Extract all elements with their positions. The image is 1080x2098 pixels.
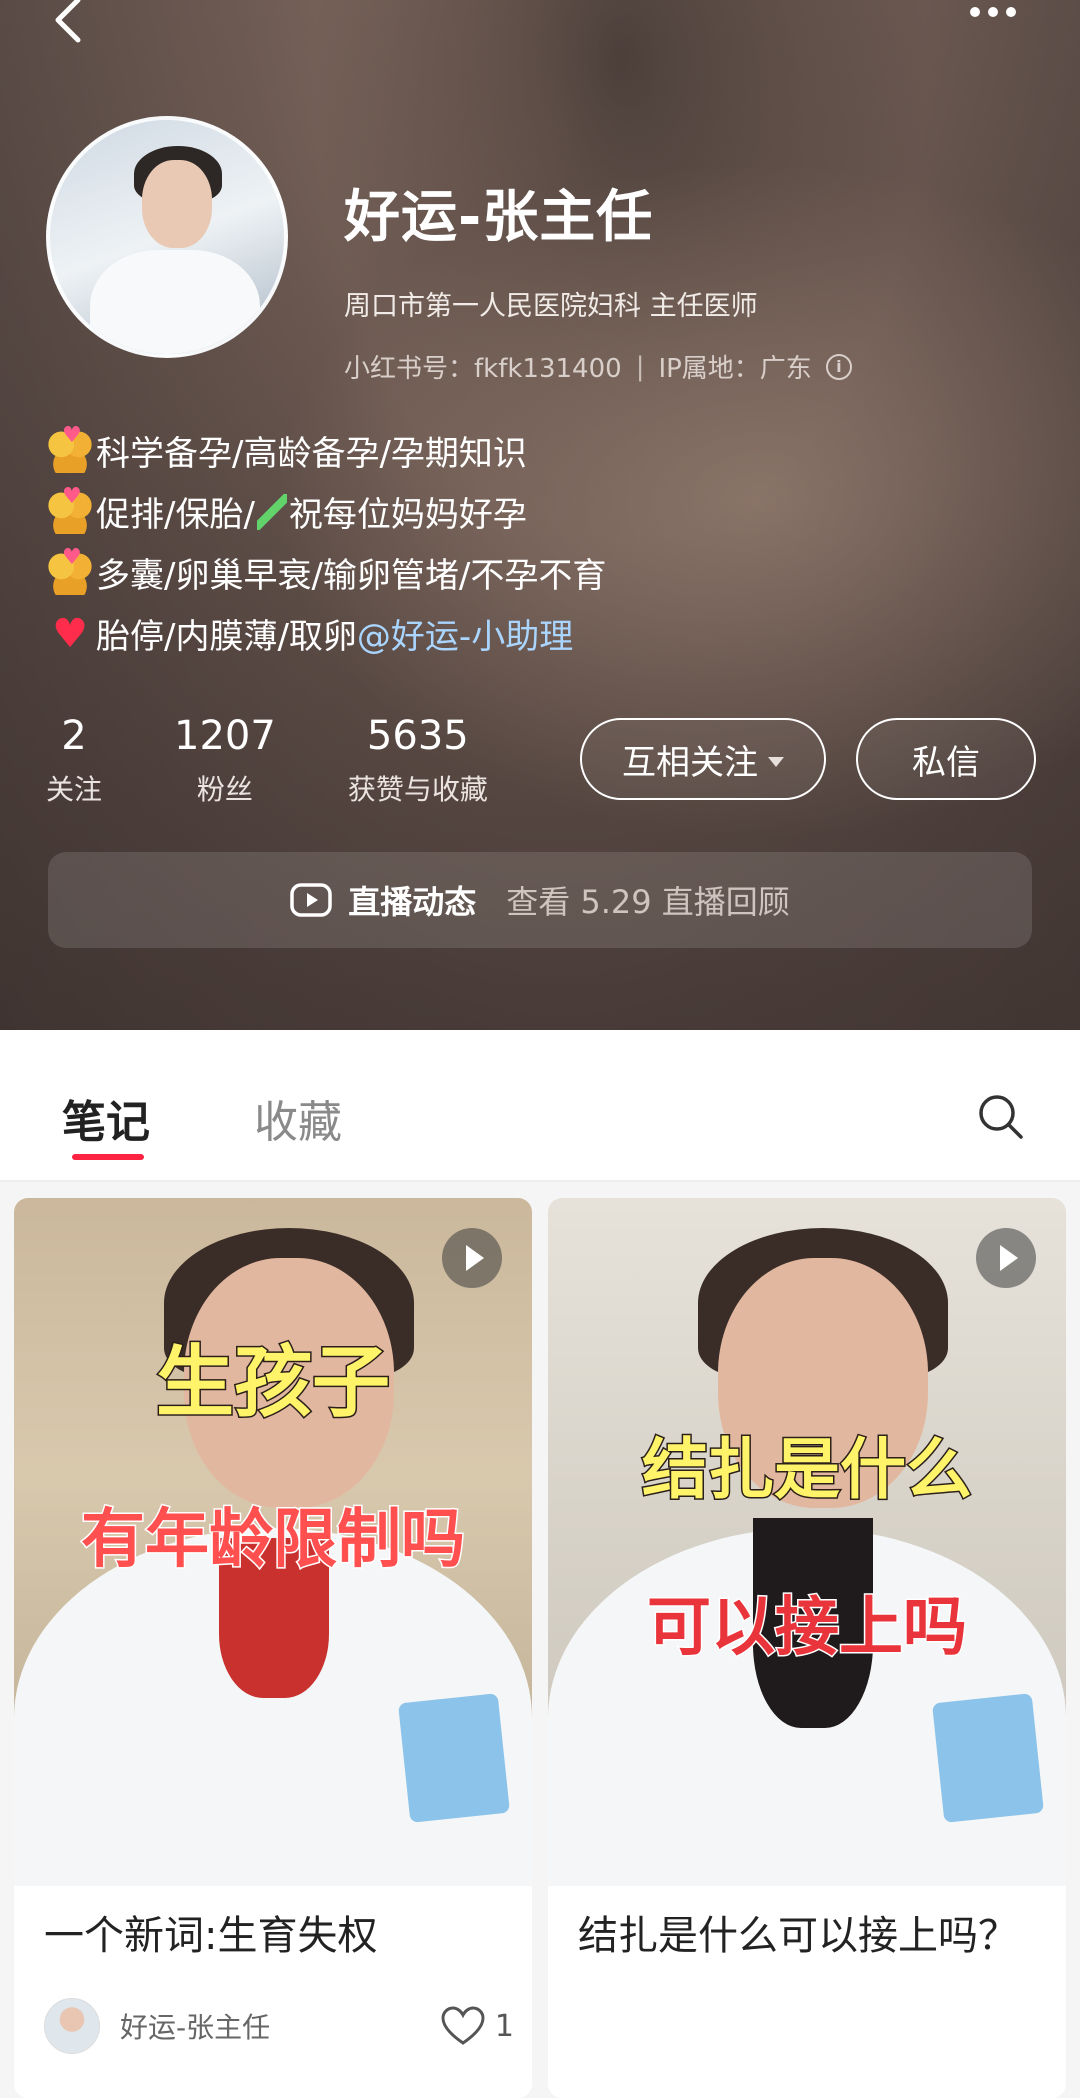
thumbnail-overlay-text: 有年龄限制吗: [80, 1502, 467, 1579]
thumbnail-overlay-text: 生孩子: [154, 1337, 391, 1430]
tab-notes[interactable]: 笔记: [62, 1086, 150, 1150]
bio: 科学备孕/高龄备孕/孕期知识 促排/保胎/ 祝每位妈妈好孕 多囊/卵巢早衰/输卵…: [48, 420, 1028, 664]
meta-divider: |: [635, 351, 645, 382]
mutual-follow-button[interactable]: 互相关注: [580, 718, 826, 800]
message-button[interactable]: 私信: [856, 718, 1036, 800]
stat-followers[interactable]: 1207 粉丝: [174, 712, 276, 808]
stat-label: 获赞与收藏: [347, 773, 488, 806]
stat-value: 1207: [174, 713, 276, 759]
note-thumbnail[interactable]: 生孩子 有年龄限制吗: [14, 1198, 532, 1886]
message-label: 私信: [912, 742, 980, 783]
profile-name: 好运-张主任: [344, 185, 654, 250]
couple-emoji-icon: [48, 545, 92, 595]
like-count: 1: [494, 2008, 514, 2044]
like-button[interactable]: 1: [441, 2006, 514, 2046]
note-title: 一个新词:生育失权: [44, 1913, 378, 1959]
note-thumbnail[interactable]: 结扎是什么 可以接上吗: [548, 1198, 1066, 1886]
author-name[interactable]: 好运-张主任: [120, 2006, 270, 2046]
stats: 2 关注 1207 粉丝 5635 获赞与收藏: [46, 712, 560, 808]
live-camera-icon: [290, 881, 332, 919]
stat-likes[interactable]: 5635 获赞与收藏: [348, 712, 488, 808]
bio-text: 科学备孕/高龄备孕/孕期知识: [96, 434, 527, 474]
thumbnail-overlay-text: 可以接上吗: [646, 1590, 969, 1667]
note-card[interactable]: 结扎是什么 可以接上吗 结扎是什么可以接上吗？: [548, 1198, 1066, 2098]
couple-emoji-icon: [48, 484, 92, 534]
notes-feed: 生孩子 有年龄限制吗 一个新词:生育失权 好运-张主任 1 结扎是什么 可以接上…: [0, 1182, 1080, 2098]
bio-text: 胎停/内膜薄/取卵: [96, 617, 357, 657]
bio-line: 促排/保胎/ 祝每位妈妈好孕: [48, 481, 1028, 542]
active-tab-indicator: [72, 1154, 144, 1160]
couple-emoji-icon: [48, 423, 92, 473]
ip-location: IP属地：广东: [658, 354, 812, 384]
stat-value: 5635: [366, 713, 469, 759]
note-title: 结扎是什么可以接上吗？: [578, 1913, 1018, 1959]
avatar[interactable]: [46, 116, 288, 358]
stat-value: 2: [61, 713, 87, 759]
play-icon: [442, 1228, 502, 1288]
bio-text: 多囊/卵巢早衰/输卵管堵/不孕不育: [96, 556, 607, 596]
note-card[interactable]: 生孩子 有年龄限制吗 一个新词:生育失权 好运-张主任 1: [14, 1198, 532, 2098]
follow-label: 互相关注: [622, 742, 758, 783]
mention-link[interactable]: @好运-小助理: [357, 609, 573, 658]
live-description: 查看 5.29 直播回顾: [506, 883, 790, 921]
test-tube-emoji-icon: [256, 493, 287, 530]
bio-text: 祝每位妈妈好孕: [288, 495, 527, 535]
more-icon[interactable]: [970, 0, 1030, 24]
heart-outline-icon: [441, 2006, 485, 2045]
stat-following[interactable]: 2 关注: [46, 712, 102, 808]
author-avatar[interactable]: [44, 1998, 100, 2054]
tab-favorites[interactable]: 收藏: [254, 1086, 342, 1150]
live-bar[interactable]: 直播动态 查看 5.29 直播回顾: [48, 852, 1032, 948]
profile-subtitle: 周口市第一人民医院妇科 主任医师: [344, 291, 758, 322]
chevron-down-icon: [768, 757, 784, 767]
stat-label: 粉丝: [196, 773, 253, 806]
heart-emoji-icon: ♥: [52, 610, 88, 657]
bio-line: ♥ 胎停/内膜薄/取卵 @好运-小助理: [48, 603, 1028, 664]
account-id: 小红书号：fkfk131400: [344, 354, 622, 384]
play-icon: [976, 1228, 1036, 1288]
profile-header: 好运-张主任 周口市第一人民医院妇科 主任医师 小红书号：fkfk131400 …: [0, 0, 1080, 1030]
profile-meta: 小红书号：fkfk131400 | IP属地：广东 i: [344, 348, 852, 385]
bio-line: 科学备孕/高龄备孕/孕期知识: [48, 420, 1028, 481]
live-label: 直播动态: [348, 883, 477, 921]
thumbnail-overlay-text: 结扎是什么: [641, 1430, 974, 1510]
search-icon[interactable]: [976, 1092, 1026, 1142]
tab-bar: 笔记 收藏: [0, 1030, 1080, 1182]
note-footer: 好运-张主任 1: [44, 1998, 514, 2054]
bio-line: 多囊/卵巢早衰/输卵管堵/不孕不育: [48, 542, 1028, 603]
info-icon[interactable]: i: [825, 353, 852, 380]
stat-label: 关注: [46, 773, 103, 806]
back-icon[interactable]: [48, 0, 88, 48]
bio-text: 促排/保胎/: [96, 495, 255, 535]
